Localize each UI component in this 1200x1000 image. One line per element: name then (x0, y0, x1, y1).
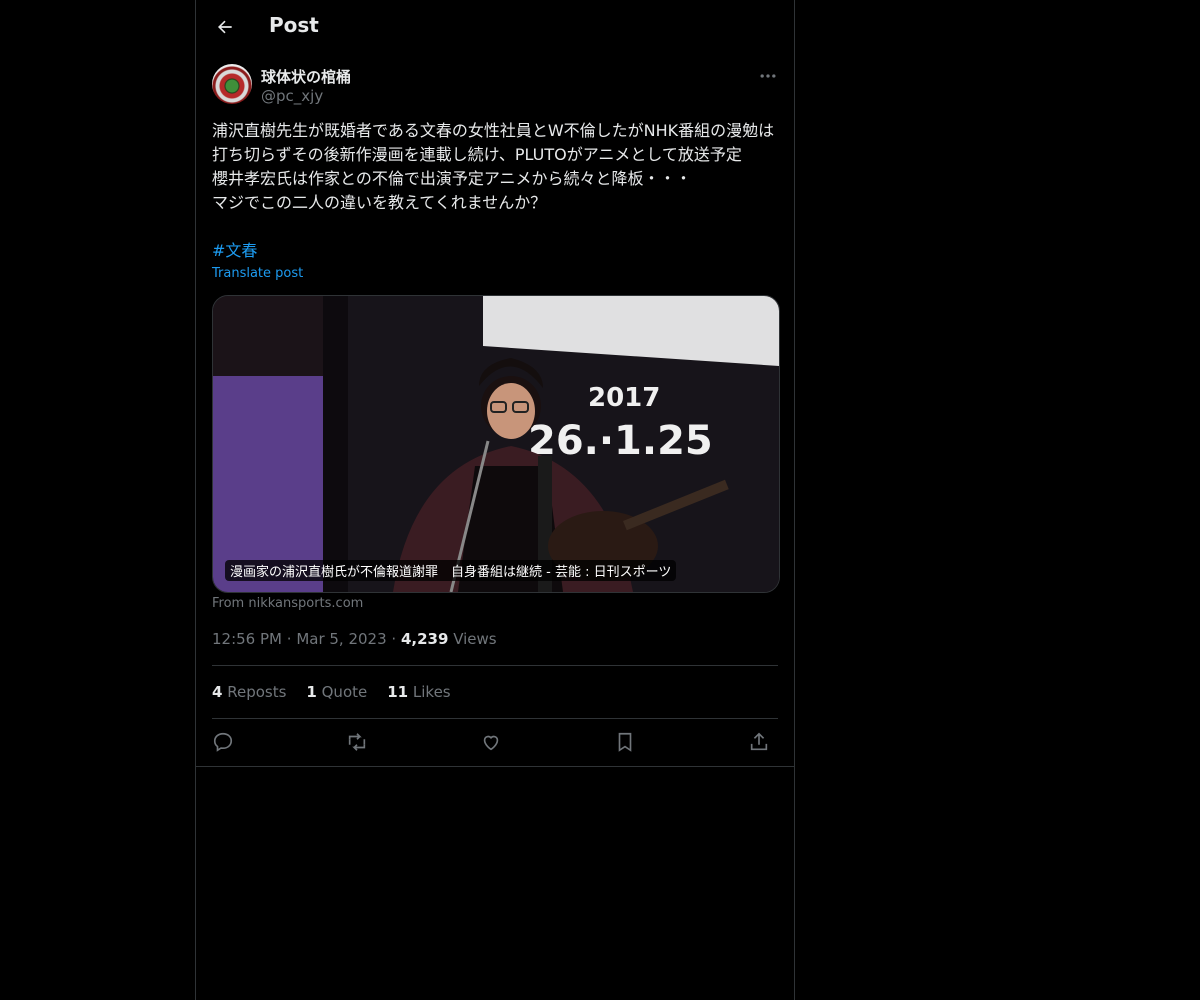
back-arrow-icon[interactable] (212, 14, 238, 40)
meta-separator: · (286, 630, 297, 648)
top-bar: Post (196, 0, 794, 54)
page-title: Post (269, 13, 319, 37)
author-handle[interactable]: @pc_xjy (261, 87, 323, 105)
quotes-label: Quote (321, 683, 368, 701)
likes-count: 11 (387, 683, 409, 701)
post-text: 浦沢直樹先生が既婚者である文春の女性社員とW不倫したがNHK番組の漫勉は打ち切ら… (212, 121, 775, 212)
bookmark-icon[interactable] (614, 731, 638, 755)
link-source[interactable]: From nikkansports.com (212, 596, 363, 611)
divider (212, 665, 778, 666)
link-card-image: 2017 26.·1.25 (213, 296, 779, 592)
quotes-count: 1 (306, 683, 317, 701)
action-bar (212, 731, 778, 755)
views-label: Views (453, 630, 497, 648)
post-date[interactable]: Mar 5, 2023 (296, 630, 386, 648)
views-count: 4,239 (400, 630, 449, 648)
post-meta: 12:56 PM · Mar 5, 2023 · 4,239 Views (212, 630, 497, 648)
like-icon[interactable] (480, 731, 504, 755)
post-time[interactable]: 12:56 PM (212, 630, 282, 648)
divider (196, 766, 794, 767)
likes-label: Likes (412, 683, 451, 701)
translate-post-link[interactable]: Translate post (212, 266, 303, 281)
main-column: Post 球体状の棺桶 @pc_xjy 浦沢直樹先生が既婚者である文春の女性社員… (195, 0, 795, 1000)
link-card[interactable]: 2017 26.·1.25 漫画家の浦沢直樹氏が不倫報道謝罪 自身番組は継続 -… (212, 295, 780, 593)
divider (212, 718, 778, 719)
hashtag-link[interactable]: #文春 (212, 239, 257, 263)
more-icon[interactable] (756, 66, 780, 84)
reposts-label: Reposts (227, 683, 287, 701)
avatar[interactable] (212, 64, 252, 104)
engagement-stats: 4 Reposts 1 Quote 11 Likes (212, 683, 451, 701)
reposts-stat[interactable]: 4 Reposts (212, 683, 286, 701)
share-icon[interactable] (748, 731, 772, 755)
quotes-stat[interactable]: 1 Quote (306, 683, 367, 701)
author-name[interactable]: 球体状の棺桶 (261, 66, 351, 87)
repost-icon[interactable] (346, 731, 370, 755)
reply-icon[interactable] (212, 731, 236, 755)
svg-text:26.·1.25: 26.·1.25 (528, 418, 713, 464)
link-card-caption: 漫画家の浦沢直樹氏が不倫報道謝罪 自身番組は継続 - 芸能 : 日刊スポーツ (225, 560, 677, 581)
meta-separator: · (391, 630, 401, 648)
likes-stat[interactable]: 11 Likes (387, 683, 450, 701)
svg-text:2017: 2017 (588, 383, 660, 413)
reposts-count: 4 (212, 683, 223, 701)
